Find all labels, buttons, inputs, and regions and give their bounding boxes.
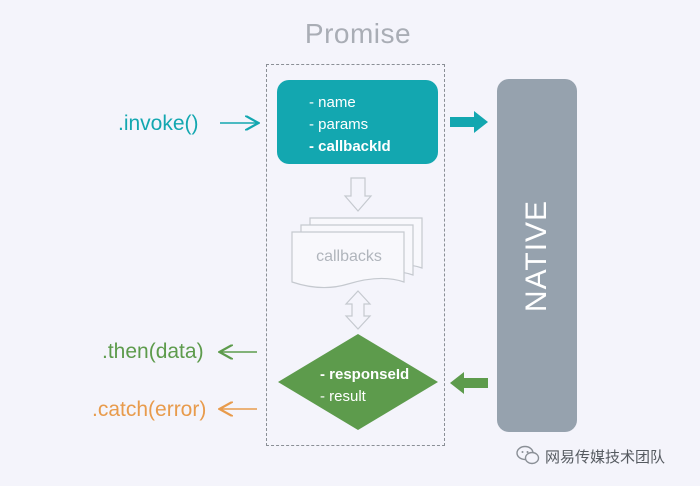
then-label: .then(data) xyxy=(102,340,204,363)
wechat-icon xyxy=(516,445,540,465)
request-params: - params xyxy=(309,116,369,133)
callbacks-label: callbacks xyxy=(316,248,382,265)
promise-title: Promise xyxy=(304,18,412,49)
request-name: - name xyxy=(309,94,356,111)
request-box: - name - params - callbackId xyxy=(277,80,438,164)
response-id: - responseId xyxy=(320,366,410,383)
native-label: NATIVE xyxy=(520,199,553,313)
from-native-arrow xyxy=(450,372,488,394)
to-native-arrow xyxy=(450,111,488,133)
request-callback-id: - callbackId xyxy=(309,138,391,155)
response-text: - responseId - result xyxy=(320,364,409,408)
invoke-label: .invoke() xyxy=(118,112,199,135)
response-result: - result xyxy=(320,388,366,405)
catch-label: .catch(error) xyxy=(92,398,207,421)
footer-watermark: 网易传媒技术团队 xyxy=(545,449,666,466)
